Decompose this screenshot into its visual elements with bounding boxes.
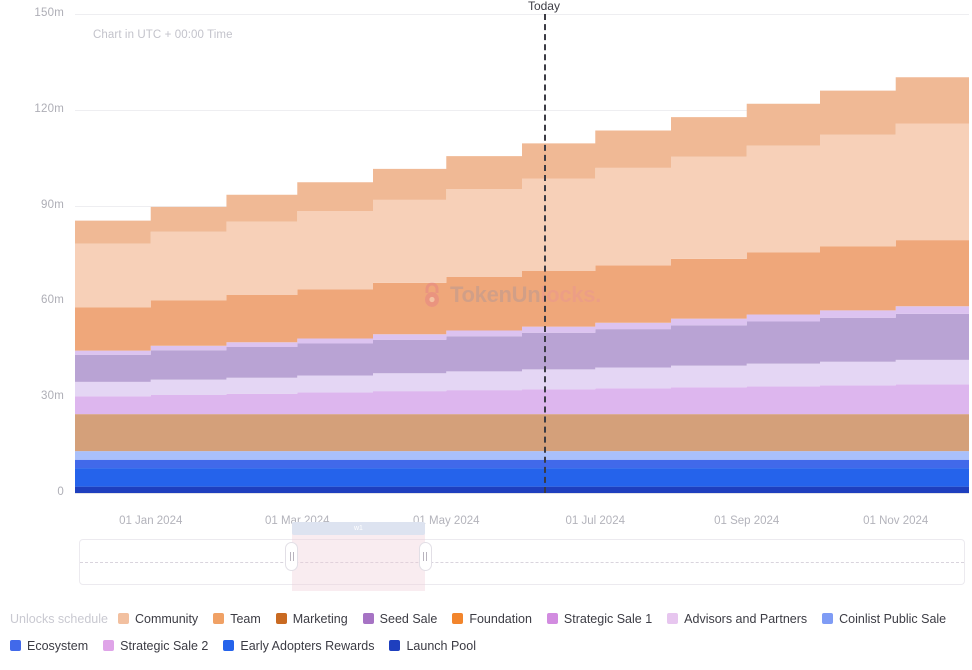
legend-item-label: Ecosystem [27, 638, 89, 653]
legend-item-coinlist-public-sale[interactable]: Coinlist Public Sale [822, 612, 946, 626]
legend-swatch-icon [389, 640, 401, 651]
y-axis-tick-label: 0 [57, 486, 64, 498]
legend-swatch-icon [213, 613, 225, 624]
legend-swatch-icon [117, 613, 129, 624]
x-axis-baseline [75, 493, 969, 494]
x-axis-tick-label: 01 Jan 2024 [119, 515, 183, 527]
stacked-area-plot [75, 14, 969, 493]
x-axis-tick-label: 01 Jul 2024 [565, 515, 625, 527]
legend-item-team[interactable]: Team [213, 612, 261, 626]
legend-item-label: Seed Sale [379, 611, 438, 626]
legend-item-label: Strategic Sale 1 [563, 611, 653, 626]
range-handle-right[interactable] [418, 542, 432, 571]
token-unlock-chart-page: 0 30m 60m 90m 120m 150m TokenUnlocks. Today C… [0, 0, 972, 670]
chart-plot-area: 0 30m 60m 90m 120m 150m TokenUnlocks. Today C… [0, 0, 972, 527]
legend-swatch-icon [452, 613, 464, 624]
x-axis-tick-label: 01 Sep 2024 [714, 515, 780, 527]
y-axis-tick-label: 90m [41, 198, 64, 211]
legend-item-label: Marketing [292, 611, 348, 626]
legend-item-label: Strategic Sale 2 [120, 638, 209, 653]
legend-swatch-icon [103, 640, 115, 651]
area-series-early-adopters-rewards [75, 468, 969, 487]
legend-item-label: Launch Pool [406, 638, 476, 653]
range-selection[interactable]: w1 [285, 522, 432, 591]
legend-item-label: Foundation [469, 611, 532, 626]
legend-title: Unlocks schedule [10, 611, 108, 626]
range-selection-tooltip: w1 [292, 522, 425, 535]
stacked-area-svg [75, 64, 969, 493]
legend-swatch-icon [223, 640, 235, 651]
y-axis-tick-label: 30m [41, 390, 64, 403]
legend-item-seed-sale[interactable]: Seed Sale [362, 611, 438, 626]
legend-item-label: Advisors and Partners [684, 611, 808, 626]
x-axis-tick-label: 01 Nov 2024 [863, 515, 929, 527]
legend-item-label: Community [134, 611, 199, 626]
today-marker-label: Today [527, 0, 560, 13]
y-axis-tick-label: 150m [34, 7, 64, 19]
legend-swatch-icon [822, 613, 834, 624]
legend-item-foundation[interactable]: Foundation [452, 612, 532, 626]
area-series-marketing [75, 414, 969, 452]
range-baseline [80, 562, 964, 563]
legend-row-primary: Unlocks schedule Community Team Marketing S… [10, 605, 962, 632]
chart-legend: Unlocks schedule Community Team Marketing S… [0, 605, 972, 659]
legend-swatch-icon [275, 613, 287, 624]
today-marker-line [543, 14, 546, 493]
legend-item-label: Coinlist Public Sale [839, 611, 947, 626]
legend-item-launch-pool[interactable]: Launch Pool [389, 639, 476, 653]
y-axis-tick-label: 60m [41, 294, 64, 307]
y-axis-tick-label: 120m [34, 102, 64, 115]
area-series-coinlist-public-sale [75, 451, 969, 460]
legend-swatch-icon [10, 640, 21, 651]
legend-swatch-icon [546, 613, 558, 624]
legend-row-secondary: Ecosystem Strategic Sale 2 Early Adopters … [10, 632, 962, 659]
range-handle-left[interactable] [285, 542, 299, 571]
area-series-launch-pool [75, 486, 969, 493]
legend-item-community[interactable]: Community [117, 611, 199, 626]
legend-swatch-icon [667, 613, 679, 624]
legend-item-label: Early Adopters Rewards [240, 638, 375, 653]
legend-item-advisors-and-partners[interactable]: Advisors and Partners [667, 612, 807, 626]
legend-swatch-icon [362, 613, 374, 624]
legend-item-marketing[interactable]: Marketing [275, 611, 348, 626]
legend-item-strategic-sale-2[interactable]: Strategic Sale 2 [103, 639, 208, 653]
area-series-ecosystem [75, 459, 969, 469]
range-selector[interactable]: w1 [79, 522, 965, 591]
legend-item-label: Team [230, 611, 261, 626]
legend-item-strategic-sale-1[interactable]: Strategic Sale 1 [546, 611, 653, 626]
legend-item-ecosystem[interactable]: Ecosystem [10, 639, 88, 653]
utc-timezone-note: Chart in UTC + 00:00 Time [93, 29, 233, 41]
legend-item-early-adopters-rewards[interactable]: Early Adopters Rewards [223, 639, 374, 653]
